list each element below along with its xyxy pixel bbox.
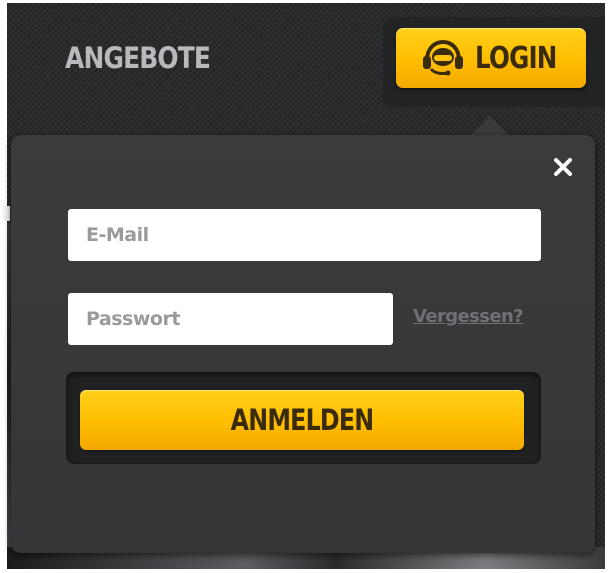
anmelden-button-label: ANMELDEN [230, 403, 375, 437]
login-button[interactable]: LOGIN [396, 28, 586, 88]
anmelden-button[interactable]: ANMELDEN [80, 390, 524, 450]
close-icon[interactable] [552, 156, 574, 178]
login-button-label: LOGIN [475, 40, 557, 76]
background-highlight [3, 206, 10, 221]
password-field[interactable] [68, 293, 393, 345]
email-field[interactable] [68, 209, 541, 261]
login-panel-pointer [470, 116, 510, 136]
headset-user-icon [423, 40, 464, 76]
nav-angebote-link[interactable]: ANGEBOTE [65, 41, 211, 75]
forgot-password-link[interactable]: Vergessen? [413, 306, 524, 327]
